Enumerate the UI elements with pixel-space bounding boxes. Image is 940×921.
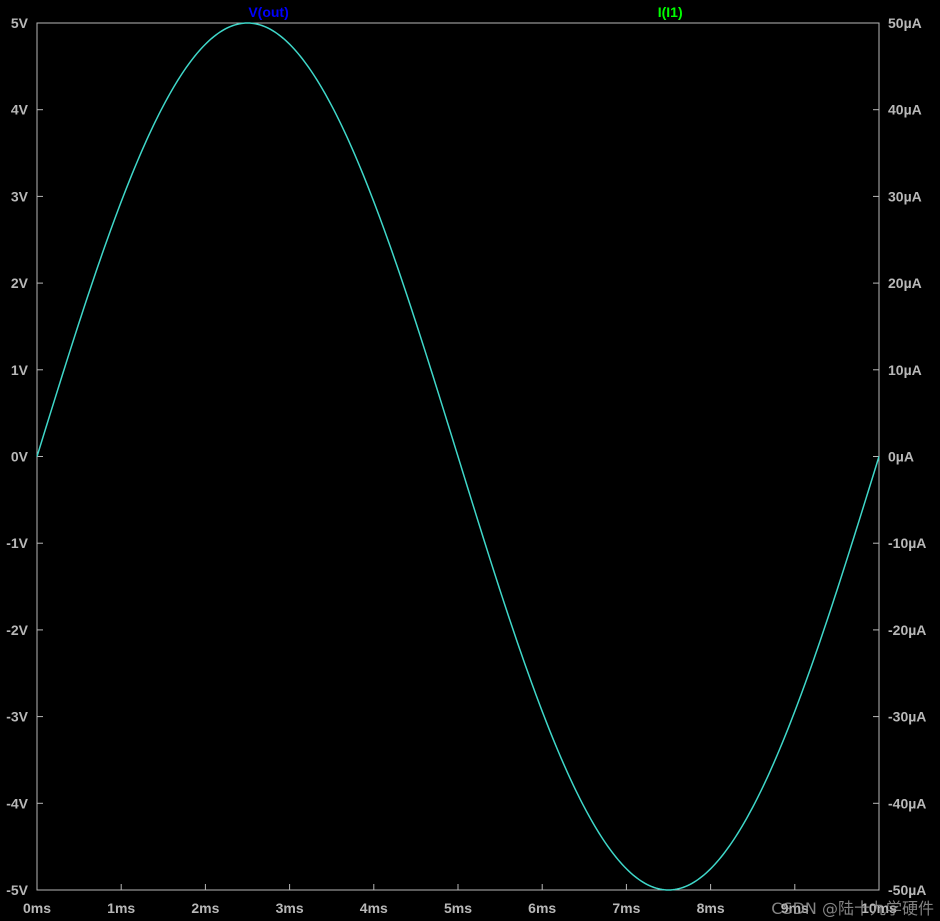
waveform-chart: 0ms 1ms 2ms 3ms 4ms 5ms 6ms 7ms 8ms 9ms 10ms5V 50µA… xyxy=(6,4,926,916)
y-tick-label-right: -20µA xyxy=(888,622,926,638)
waveform-trace xyxy=(36,22,880,891)
x-tick-label: 3ms xyxy=(276,900,304,916)
series-label-i1: I(I1) xyxy=(658,4,683,20)
y-tick-label-right: 20µA xyxy=(888,275,922,291)
y-tick-label-left: 3V xyxy=(11,188,29,204)
x-tick-label: 1ms xyxy=(107,900,135,916)
x-tick-label: 6ms xyxy=(528,900,556,916)
x-tick-label: 4ms xyxy=(360,900,388,916)
y-tick-label-left: 0V xyxy=(11,449,29,465)
y-tick-label-left: -3V xyxy=(6,709,28,725)
y-tick-label-left: -2V xyxy=(6,622,28,638)
y-tick-label-right: 40µA xyxy=(888,102,922,118)
watermark: CSDN @陆十九学硬件 xyxy=(771,899,934,918)
y-tick-label-right: 50µA xyxy=(888,15,922,31)
y-tick-label-right: -40µA xyxy=(888,795,926,811)
y-tick-label-right: -10µA xyxy=(888,535,926,551)
x-tick-label: 0ms xyxy=(23,900,51,916)
x-tick-label: 2ms xyxy=(191,900,219,916)
y-tick-label-right: 30µA xyxy=(888,188,922,204)
y-tick-label-right: 0µA xyxy=(888,449,914,465)
y-tick-label-right: -30µA xyxy=(888,709,926,725)
tick-labels: 0ms 1ms 2ms 3ms 4ms 5ms 6ms 7ms 8ms 9ms 10ms5V 50µA… xyxy=(6,15,926,916)
y-tick-label-left: 2V xyxy=(11,275,29,291)
x-tick-label: 8ms xyxy=(697,900,725,916)
y-tick-label-left: 5V xyxy=(11,15,29,31)
x-tick-label: 7ms xyxy=(612,900,640,916)
series-label-vout: V(out) xyxy=(248,4,288,20)
x-tick-label: 5ms xyxy=(444,900,472,916)
y-tick-label-left: 4V xyxy=(11,102,29,118)
y-tick-label-left: 1V xyxy=(11,362,29,378)
y-tick-label-left: -4V xyxy=(6,795,28,811)
y-tick-label-left: -5V xyxy=(6,882,28,898)
y-tick-label-right: 10µA xyxy=(888,362,922,378)
y-tick-label-left: -1V xyxy=(6,535,28,551)
